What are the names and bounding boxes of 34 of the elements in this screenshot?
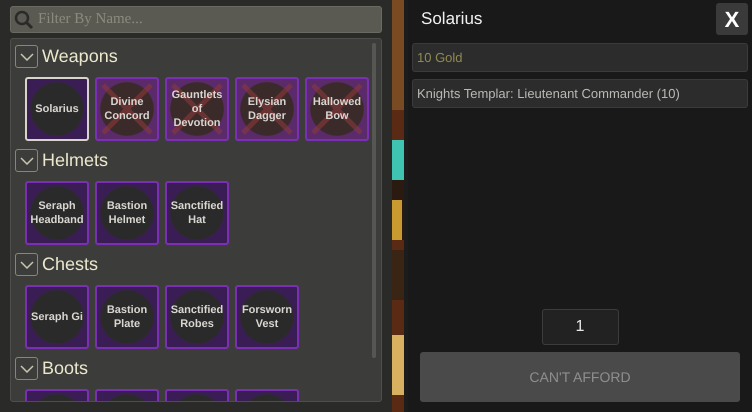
category-title: Helmets [42,149,108,172]
cross-icon [171,83,223,135]
item-tile[interactable]: Bastion Helmet [95,181,159,245]
category-title: Chests [42,253,98,276]
category-title: Weapons [42,45,118,68]
item-tile[interactable]: Forsworn Vest [235,285,299,349]
item-tile[interactable]: Solarius [25,77,89,141]
collapse-toggle[interactable] [15,45,38,68]
item-tile[interactable]: Divine Concord [95,77,159,141]
search-icon [14,10,34,30]
collapse-toggle[interactable] [15,149,38,172]
chevron-icon [20,156,34,164]
collapse-toggle[interactable] [15,253,38,276]
category-title: Boots [42,357,88,380]
item-tile[interactable]: Gauntlets of Devotion [165,77,229,141]
cross-icon [311,83,363,135]
item-title: Solarius [420,8,482,30]
chevron-icon [20,52,34,60]
close-button[interactable]: X [716,3,748,35]
cross-icon [241,83,293,135]
quantity-field[interactable]: 1 [542,309,618,345]
item-tile[interactable]: Seraph Gi [25,285,89,349]
collapse-toggle[interactable] [15,357,38,380]
item-tile[interactable]: Seraph Headband [25,181,89,245]
item-tile[interactable]: Hallowed Bow [305,77,369,141]
chevron-icon [20,260,34,268]
item-tile[interactable]: Bastion Plate [95,285,159,349]
item-tile[interactable]: Sanctified Robes [165,285,229,349]
cross-icon [101,83,153,135]
item-tile[interactable]: Sanctified Hat [165,181,229,245]
requirement-field: Knights Templar: Lieutenant Commander (10) [412,79,748,108]
item-tile[interactable]: Elysian Dagger [235,77,299,141]
cost-field: 10 Gold [412,43,748,72]
chevron-icon [20,364,34,372]
